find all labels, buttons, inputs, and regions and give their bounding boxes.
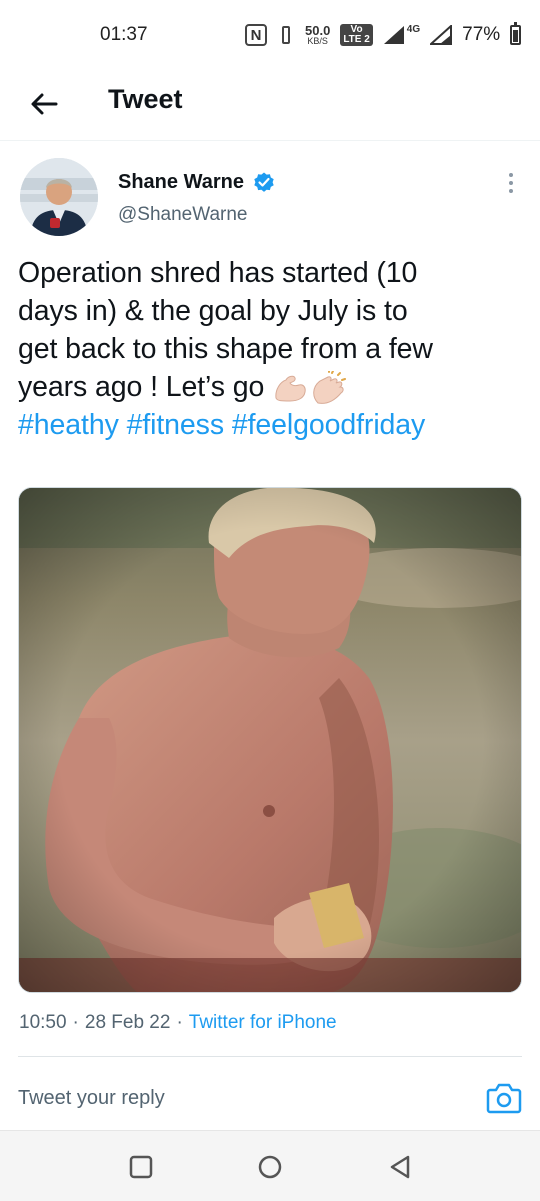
flexed-biceps-icon [275, 376, 306, 402]
square-icon[interactable] [127, 1153, 155, 1181]
status-icons: N 50.0 KB/S Vo LTE 2 4G 77% [245, 18, 522, 52]
tweet-text-line: days in) & the goal by July is to [18, 295, 408, 327]
author-name: Shane Warne [118, 170, 244, 193]
signal-icon-2 [430, 25, 453, 45]
meta-separator: · [176, 1012, 183, 1033]
nfc-icon: N [245, 24, 267, 46]
camera-button[interactable] [484, 1078, 524, 1118]
network-speed-unit: KB/S [307, 36, 328, 46]
hashtag-link[interactable]: #feelgoodfriday [232, 409, 426, 441]
verified-badge-icon [254, 172, 274, 192]
circle-icon[interactable] [256, 1153, 284, 1181]
status-bar: 01:37 N 50.0 KB/S Vo LTE 2 4G 77% [0, 0, 540, 70]
more-options-button[interactable] [496, 168, 526, 198]
back-button[interactable] [22, 82, 66, 126]
tweet-media-photo[interactable] [18, 487, 522, 993]
battery-icon [510, 22, 522, 45]
system-nav-bar [0, 1130, 540, 1201]
battery-percent: 77% [462, 24, 501, 45]
meta-separator: · [72, 1012, 79, 1033]
status-time: 01:37 [100, 24, 148, 45]
tweet-text-line: get back to this shape from a few [18, 333, 433, 365]
author-name-row[interactable]: Shane Warne [118, 170, 276, 194]
tweet-source-link[interactable]: Twitter for iPhone [189, 1012, 337, 1034]
arrow-left-icon [31, 93, 58, 115]
divider [18, 1056, 522, 1057]
network-type: 4G [406, 23, 421, 35]
more-dot-icon [509, 173, 513, 177]
tweet-meta: 10:50 · 28 Feb 22 · Twitter for iPhone [19, 1012, 337, 1034]
volte-icon: Vo LTE 2 [340, 24, 373, 46]
tweet-time: 10:50 [19, 1012, 67, 1033]
tweet-text: Operation shred has started (10 days in)… [18, 254, 523, 444]
more-dot-icon [509, 189, 513, 193]
avatar-image [20, 158, 98, 236]
more-dot-icon [509, 181, 513, 185]
avatar[interactable] [20, 158, 98, 236]
photo-image [19, 488, 521, 992]
app-header: Tweet [0, 70, 540, 141]
tweet-text-line: Operation shred has started (10 [18, 257, 418, 289]
tweet-text-line-last: years ago ! Let’s go [18, 368, 523, 406]
author-handle[interactable]: @ShaneWarne [118, 204, 247, 226]
signal-icon [383, 26, 404, 44]
volte-bottom: LTE 2 [343, 34, 370, 45]
vibrate-icon [277, 24, 295, 46]
network-speed: 50.0 KB/S [305, 24, 330, 46]
hashtag-link[interactable]: #heathy [18, 409, 119, 441]
reply-input[interactable] [18, 1078, 458, 1118]
tweet-text-line: years ago ! Let’s go [18, 371, 273, 403]
hashtag-link[interactable]: #fitness [127, 409, 225, 441]
page-title: Tweet [108, 84, 183, 114]
triangle-back-icon[interactable] [386, 1153, 414, 1181]
clapping-hands-icon [313, 371, 347, 405]
camera-icon [486, 1083, 522, 1114]
hashtags-row: #heathy #fitness #feelgoodfriday [18, 406, 523, 444]
tweet-date: 28 Feb 22 [84, 1012, 171, 1033]
